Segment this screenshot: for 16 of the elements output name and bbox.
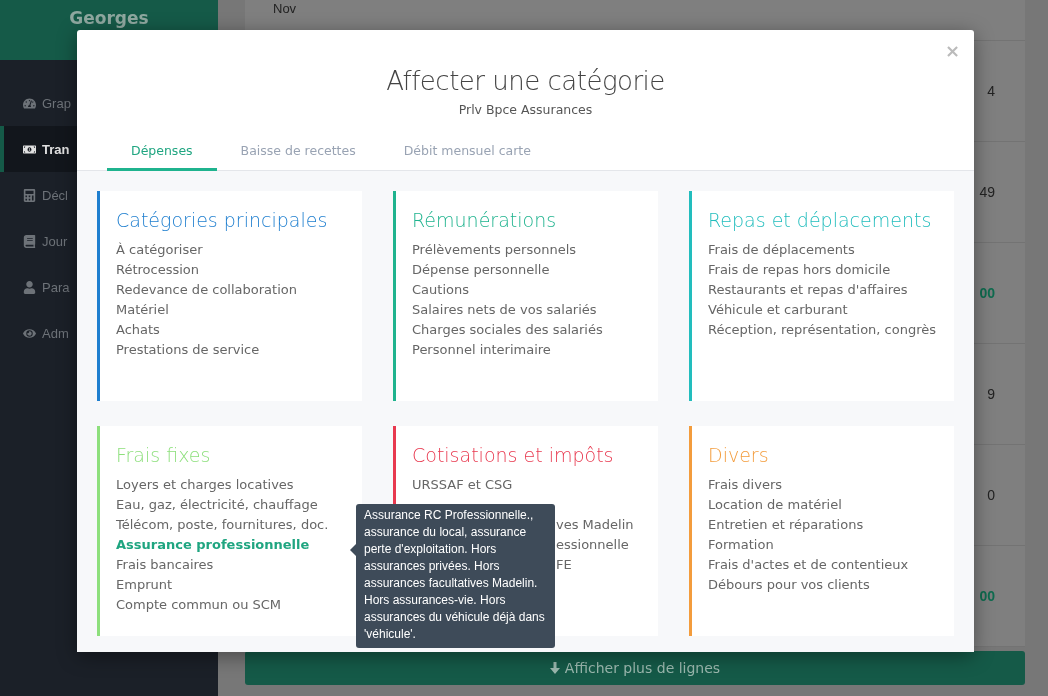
amount-cell: 00 <box>979 285 995 301</box>
dialog-subtitle: Prlv Bpce Assurances <box>458 102 593 117</box>
panel-title: Cotisations et impôts <box>412 444 615 466</box>
amount-cell: 4 <box>987 83 995 99</box>
panel-title: Divers <box>708 444 770 466</box>
panel-title: Rémunérations <box>412 209 558 231</box>
amount-cell: 49 <box>979 184 995 200</box>
table-cell: Nov <box>273 1 297 16</box>
amount-cell: 0 <box>987 487 995 503</box>
panel-title: Repas et déplacements <box>708 209 933 231</box>
amount-cell: 9 <box>987 386 995 402</box>
amount-cell: 00 <box>979 588 995 604</box>
panel-title: Catégories principales <box>116 209 329 231</box>
user-name: Georges <box>69 8 149 28</box>
panel-title: Frais fixes <box>116 444 212 466</box>
dialog-title: Affecter une catégorie <box>386 66 665 96</box>
